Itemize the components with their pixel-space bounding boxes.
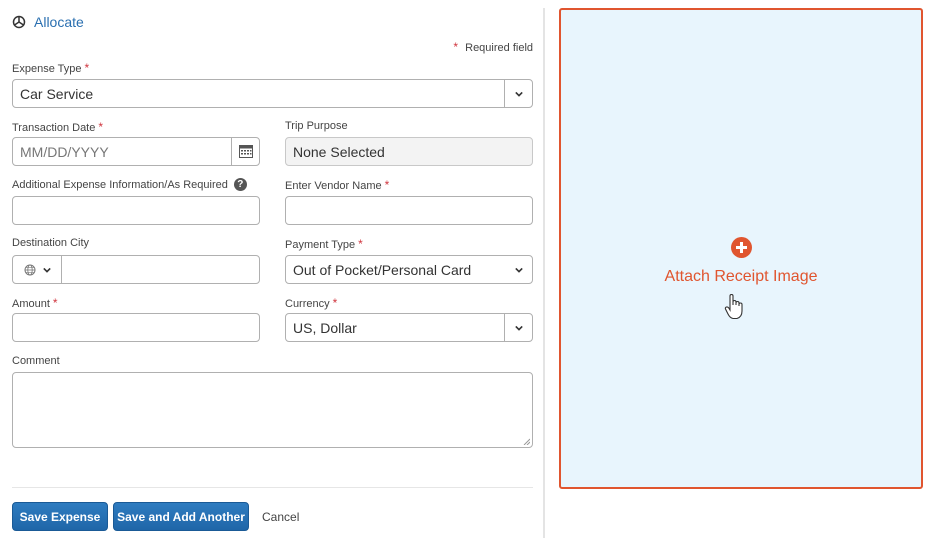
required-asterisk: * (332, 296, 338, 310)
required-field-note: * Required field (453, 40, 533, 54)
additional-info-label: Additional Expense Information/As Requir… (12, 178, 247, 191)
plus-icon (736, 242, 747, 253)
help-icon[interactable]: ? (233, 178, 247, 191)
cancel-link[interactable]: Cancel (262, 510, 299, 524)
attach-receipt-label[interactable]: Attach Receipt Image (561, 268, 921, 286)
save-and-add-another-button[interactable]: Save and Add Another (113, 502, 249, 531)
trip-purpose-value: None Selected (293, 143, 385, 160)
transaction-date-field[interactable]: MM/DD/YYYY (12, 137, 260, 166)
expense-type-label: Expense Type * (12, 61, 89, 75)
chevron-down-icon (515, 267, 523, 273)
panel-divider (543, 8, 545, 538)
allocate-label: Allocate (34, 14, 84, 30)
vendor-name-label-text: Enter Vendor Name (285, 180, 382, 192)
required-asterisk: * (453, 40, 459, 54)
transaction-date-input[interactable]: MM/DD/YYYY (13, 144, 231, 160)
trip-purpose-label: Trip Purpose (285, 120, 348, 132)
calendar-icon (238, 145, 253, 158)
required-asterisk: * (384, 178, 390, 192)
save-expense-button[interactable]: Save Expense (12, 502, 108, 531)
required-asterisk: * (52, 296, 58, 310)
expense-type-label-text: Expense Type (12, 63, 82, 75)
transaction-date-label: Transaction Date * (12, 120, 103, 134)
transaction-date-label-text: Transaction Date (12, 122, 96, 134)
destination-city-field[interactable] (12, 255, 260, 284)
additional-info-label-text: Additional Expense Information/As Requir… (12, 178, 228, 191)
payment-type-value: Out of Pocket/Personal Card (293, 261, 472, 278)
trip-purpose-field: None Selected (285, 137, 533, 166)
expense-type-value: Car Service (20, 85, 94, 102)
footer-divider (12, 487, 533, 488)
additional-info-input[interactable] (12, 196, 260, 225)
destination-city-label: Destination City (12, 237, 90, 249)
amount-input[interactable] (12, 313, 260, 342)
calendar-button[interactable] (231, 138, 259, 165)
hand-cursor-icon (724, 294, 743, 320)
chevron-down-icon (514, 325, 523, 331)
add-receipt-icon[interactable] (731, 237, 752, 258)
pie-chart-icon (12, 15, 26, 29)
currency-dropdown-button[interactable] (504, 314, 532, 341)
globe-icon (24, 264, 35, 275)
expense-type-dropdown-button[interactable] (504, 80, 532, 107)
resize-handle-icon[interactable] (523, 438, 530, 445)
attach-receipt-dropzone[interactable]: Attach Receipt Image (559, 8, 923, 489)
required-asterisk: * (358, 237, 363, 251)
required-text: Required field (465, 42, 533, 54)
amount-label-text: Amount (12, 298, 50, 310)
vendor-name-label: Enter Vendor Name * (285, 178, 389, 192)
location-type-dropdown[interactable] (13, 256, 62, 283)
currency-label: Currency * (285, 296, 337, 310)
comment-label: Comment (12, 355, 60, 367)
comment-textarea[interactable] (12, 372, 533, 448)
payment-type-select[interactable]: Out of Pocket/Personal Card (285, 255, 533, 284)
chevron-down-icon (42, 267, 51, 273)
currency-select[interactable]: US, Dollar (285, 313, 533, 342)
required-asterisk: * (84, 61, 90, 75)
expense-type-select[interactable]: Car Service (12, 79, 533, 108)
currency-value: US, Dollar (293, 319, 357, 336)
allocate-link[interactable]: Allocate (12, 14, 84, 30)
payment-type-label: Payment Type * (285, 237, 363, 251)
payment-type-label-text: Payment Type (285, 239, 356, 251)
vendor-name-input[interactable] (285, 196, 533, 225)
chevron-down-icon (514, 91, 523, 97)
required-asterisk: * (98, 120, 104, 134)
amount-label: Amount * (12, 296, 58, 310)
currency-label-text: Currency (285, 298, 330, 310)
